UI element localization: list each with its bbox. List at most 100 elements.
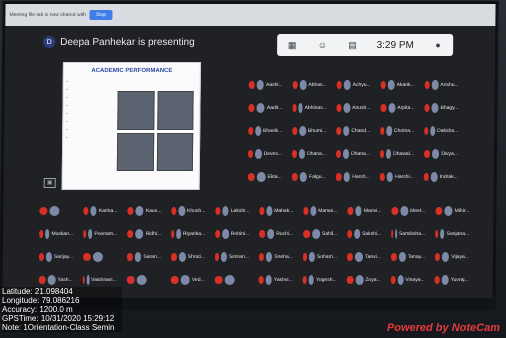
participant-tile[interactable]: Akank... (380, 76, 415, 94)
participant-tile[interactable] (126, 271, 161, 289)
participant-tile[interactable]: Divya... (423, 145, 458, 163)
participant-tile[interactable]: Shruti... (170, 248, 205, 266)
participant-tile[interactable]: Rohini... (215, 225, 249, 243)
participant-avatar (44, 229, 50, 239)
participant-tile[interactable]: Tanay... (390, 248, 425, 266)
participant-tile[interactable]: Ridhi... (127, 225, 161, 243)
participant-tile[interactable] (214, 271, 249, 289)
participant-tile[interactable]: Aashi... (248, 76, 283, 94)
participant-tile[interactable]: Sanjana... (435, 225, 469, 243)
self-avatar-icon: ● (435, 40, 441, 50)
participant-avatar (135, 229, 144, 239)
mic-muted-icon (83, 230, 87, 238)
grid-layout-icon[interactable]: ▦ (286, 40, 298, 50)
clock: 3:29 PM (376, 39, 414, 51)
participant-tile[interactable]: Deves... (247, 145, 282, 163)
stop-sharing-button[interactable]: Stop (89, 10, 113, 20)
participant-tile[interactable]: Vinaya... (390, 271, 425, 289)
participant-tile[interactable]: Kaus... (127, 202, 161, 220)
participant-tile[interactable]: Sakshi... (347, 225, 381, 243)
participant-tile[interactable]: Soham... (302, 248, 337, 266)
fullscreen-icon[interactable]: ▣ (43, 178, 56, 188)
participant-tile[interactable]: Yogesh... (302, 271, 337, 289)
participant-tile[interactable]: Mahak... (259, 202, 293, 220)
participant-tile[interactable]: Sanjay... (38, 248, 73, 266)
participant-tile[interactable]: Bhagy... (424, 99, 459, 117)
participant-tile[interactable]: Sahil... (303, 225, 337, 243)
participant-tile[interactable] (39, 202, 73, 220)
participant-tile[interactable]: Chand... (336, 122, 370, 140)
participant-tile[interactable]: Manvi... (347, 202, 381, 220)
chat-icon[interactable]: ▤ (346, 40, 358, 50)
participant-avatar (355, 252, 364, 262)
participant-tile[interactable]: Falgu... (291, 168, 326, 186)
participant-tile[interactable]: Ekta... (247, 168, 282, 186)
participant-tile[interactable]: Harshi... (379, 168, 414, 186)
participant-tile[interactable]: Ved... (170, 271, 205, 289)
participant-tile[interactable]: Anush... (336, 99, 371, 117)
participant-tile[interactable]: Abhas... (292, 76, 327, 94)
participant-name: Riyanka... (182, 231, 206, 237)
participant-name: Falgu... (309, 174, 326, 180)
participant-avatar (92, 252, 103, 262)
participant-tile[interactable]: Arpita... (380, 99, 415, 117)
participant-tile[interactable]: Poonam... (83, 225, 117, 243)
participant-tile[interactable]: Khush... (171, 202, 205, 220)
participant-avatar (343, 126, 350, 136)
participant-tile[interactable]: Achyu... (336, 76, 371, 94)
mic-muted-icon (346, 253, 354, 261)
participant-tile[interactable]: Samiksha... (391, 225, 425, 243)
participant-tile[interactable]: Vijaya... (434, 248, 469, 266)
participant-avatar (298, 149, 306, 159)
participant-tile[interactable]: Karina... (83, 202, 117, 220)
participant-avatar (399, 206, 409, 216)
participant-name: Anshu... (440, 82, 459, 88)
participant-avatar (355, 275, 364, 285)
participant-tile[interactable]: Dhana... (335, 145, 370, 163)
mic-muted-icon (170, 276, 179, 284)
participant-tile[interactable]: Bhumi... (292, 122, 326, 140)
mic-muted-icon (258, 253, 265, 261)
participant-avatar (222, 229, 229, 239)
participant-tile[interactable]: Harsh... (335, 168, 370, 186)
latitude: Latitude: 21.098404 (2, 287, 73, 296)
mic-muted-icon (170, 253, 177, 261)
participant-tile[interactable]: Abhinav... (292, 99, 327, 117)
mic-muted-icon (424, 104, 430, 112)
participant-avatar (343, 80, 351, 90)
participant-tile[interactable]: Lakshi... (215, 202, 249, 220)
participant-tile[interactable]: Manas... (303, 202, 337, 220)
participant-tile[interactable]: Yashvi... (258, 271, 293, 289)
participant-avatar (431, 80, 439, 90)
participant-avatar (386, 149, 392, 159)
mic-muted-icon (434, 253, 441, 261)
participant-tile[interactable]: Chetna... (380, 122, 414, 140)
participant-tile[interactable]: Ruchi... (259, 225, 293, 243)
participant-tile[interactable]: Zoya... (346, 271, 381, 289)
participant-tile[interactable]: Saran... (126, 248, 161, 266)
participant-tile[interactable]: Riyanka... (171, 225, 205, 243)
participant-avatar (354, 206, 362, 216)
participant-name: Anush... (352, 105, 371, 111)
participant-tile[interactable]: Anshu... (424, 76, 459, 94)
participant-tile[interactable]: Aadit... (248, 99, 283, 117)
participant-tile[interactable]: Yuvraj... (434, 271, 469, 289)
mic-muted-icon (292, 127, 298, 135)
participant-tile[interactable]: Dhawal... (379, 145, 414, 163)
participant-name: Sanjana... (446, 231, 470, 237)
participant-tile[interactable]: Daksha... (424, 122, 458, 140)
participant-tile[interactable]: Simran... (214, 248, 249, 266)
participant-tile[interactable]: Muskan... (39, 225, 73, 243)
participant-tile[interactable]: Tanvi... (346, 248, 381, 266)
participant-name: Ridhi... (145, 231, 162, 237)
participant-tile[interactable]: Dhana... (291, 145, 326, 163)
mic-muted-icon (380, 81, 387, 89)
participant-tile[interactable]: Sneha... (258, 248, 293, 266)
participant-tile[interactable]: Indrak... (423, 168, 458, 186)
participant-avatar (394, 229, 398, 239)
participant-tile[interactable]: Meet... (391, 202, 425, 220)
participant-tile[interactable] (82, 248, 117, 266)
participant-tile[interactable]: Mihir... (435, 202, 469, 220)
participant-tile[interactable]: Bhavik... (248, 122, 282, 140)
participants-icon[interactable]: ☺ (316, 40, 328, 50)
